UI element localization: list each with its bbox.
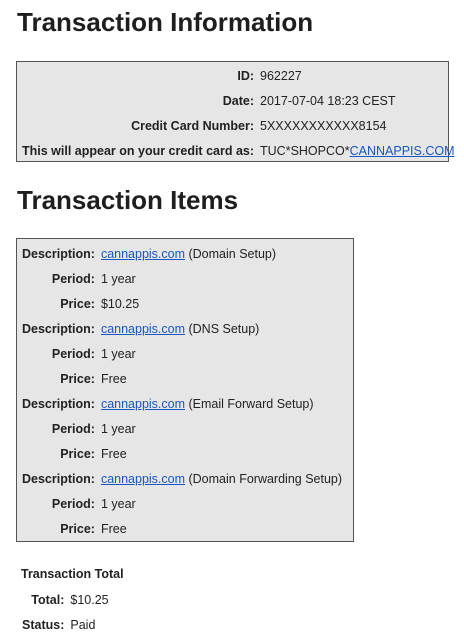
- status-value: Paid: [70, 617, 96, 632]
- description-label: Description:: [22, 321, 95, 336]
- description-label: Description:: [22, 246, 95, 261]
- price-value: Free: [100, 371, 127, 386]
- statement-prefix: TUC*SHOPCO*: [260, 143, 350, 158]
- transaction-info-table: ID: 962227 Date: 2017-07-04 18:23 CEST C…: [22, 63, 455, 163]
- period-label: Period:: [51, 496, 95, 511]
- statement-label: This will appear on your credit card as:: [22, 143, 255, 158]
- description-value: cannappis.com (DNS Setup): [101, 316, 342, 341]
- id-label: ID:: [237, 68, 255, 83]
- period-label: Period:: [51, 346, 95, 361]
- price-label: Price:: [60, 371, 95, 386]
- transaction-items-box: Description: cannappis.com (Domain Setup)…: [16, 238, 354, 542]
- price-label: Price:: [60, 296, 95, 311]
- transaction-total-section: Total: $10.25 Status: Paid: [22, 587, 109, 637]
- transaction-items-table: Description: cannappis.com (Domain Setup)…: [22, 241, 342, 541]
- item-service: (Email Forward Setup): [185, 396, 314, 411]
- date-row: Date: 2017-07-04 18:23 CEST: [22, 88, 455, 113]
- price-value: Free: [100, 521, 127, 536]
- description-label: Description:: [22, 396, 95, 411]
- item-description-row: Description: cannappis.com (Domain Setup): [22, 241, 342, 266]
- item-period-row: Period: 1 year: [22, 416, 342, 441]
- item-service: (Domain Forwarding Setup): [185, 471, 343, 486]
- price-value: Free: [100, 446, 127, 461]
- item-price-row: Price: Free: [22, 366, 342, 391]
- statement-row: This will appear on your credit card as:…: [22, 138, 455, 163]
- item-price-row: Price: Free: [22, 516, 342, 541]
- item-period-row: Period: 1 year: [22, 341, 342, 366]
- period-value: 1 year: [100, 496, 136, 511]
- description-value: cannappis.com (Domain Forwarding Setup): [101, 466, 342, 491]
- item-description-row: Description: cannappis.com (DNS Setup): [22, 316, 342, 341]
- period-value: 1 year: [100, 271, 136, 286]
- price-label: Price:: [60, 521, 95, 536]
- item-service: (Domain Setup): [185, 246, 277, 261]
- item-description-row: Description: cannappis.com (Email Forward…: [22, 391, 342, 416]
- item-service: (DNS Setup): [185, 321, 260, 336]
- transaction-items-heading: Transaction Items: [17, 185, 239, 215]
- id-row: ID: 962227: [22, 63, 455, 88]
- total-row: Total: $10.25: [22, 587, 109, 612]
- statement-domain-link[interactable]: CANNAPPIS.COM: [350, 144, 455, 158]
- period-label: Period:: [51, 421, 95, 436]
- period-label: Period:: [51, 271, 95, 286]
- statement-value: TUC*SHOPCO*CANNAPPIS.COM: [260, 138, 454, 163]
- description-value: cannappis.com (Domain Setup): [101, 241, 342, 266]
- card-value: 5XXXXXXXXXXX8154: [260, 118, 387, 133]
- item-domain-link[interactable]: cannappis.com: [101, 397, 185, 411]
- item-domain-link[interactable]: cannappis.com: [101, 247, 185, 261]
- date-value: 2017-07-04 18:23 CEST: [260, 93, 396, 108]
- item-description-row: Description: cannappis.com (Domain Forwar…: [22, 466, 342, 491]
- item-price-row: Price: $10.25: [22, 291, 342, 316]
- card-label: Credit Card Number:: [131, 118, 255, 133]
- transaction-information-heading: Transaction Information: [17, 7, 314, 37]
- item-period-row: Period: 1 year: [22, 491, 342, 516]
- transaction-total-heading: Transaction Total: [21, 567, 124, 581]
- description-value: cannappis.com (Email Forward Setup): [101, 391, 342, 416]
- item-domain-link[interactable]: cannappis.com: [101, 472, 185, 486]
- total-label: Total:: [31, 592, 65, 607]
- transaction-total-table: Total: $10.25 Status: Paid: [22, 587, 109, 637]
- item-period-row: Period: 1 year: [22, 266, 342, 291]
- price-value: $10.25: [100, 296, 140, 311]
- item-domain-link[interactable]: cannappis.com: [101, 322, 185, 336]
- status-label: Status:: [22, 617, 65, 632]
- period-value: 1 year: [100, 421, 136, 436]
- card-row: Credit Card Number: 5XXXXXXXXXXX8154: [22, 113, 455, 138]
- item-price-row: Price: Free: [22, 441, 342, 466]
- date-label: Date:: [222, 93, 255, 108]
- total-value: $10.25: [70, 592, 109, 607]
- status-row: Status: Paid: [22, 612, 109, 637]
- id-value: 962227: [260, 68, 302, 83]
- description-label: Description:: [22, 471, 95, 486]
- transaction-info-box: ID: 962227 Date: 2017-07-04 18:23 CEST C…: [16, 61, 455, 162]
- period-value: 1 year: [100, 346, 136, 361]
- price-label: Price:: [60, 446, 95, 461]
